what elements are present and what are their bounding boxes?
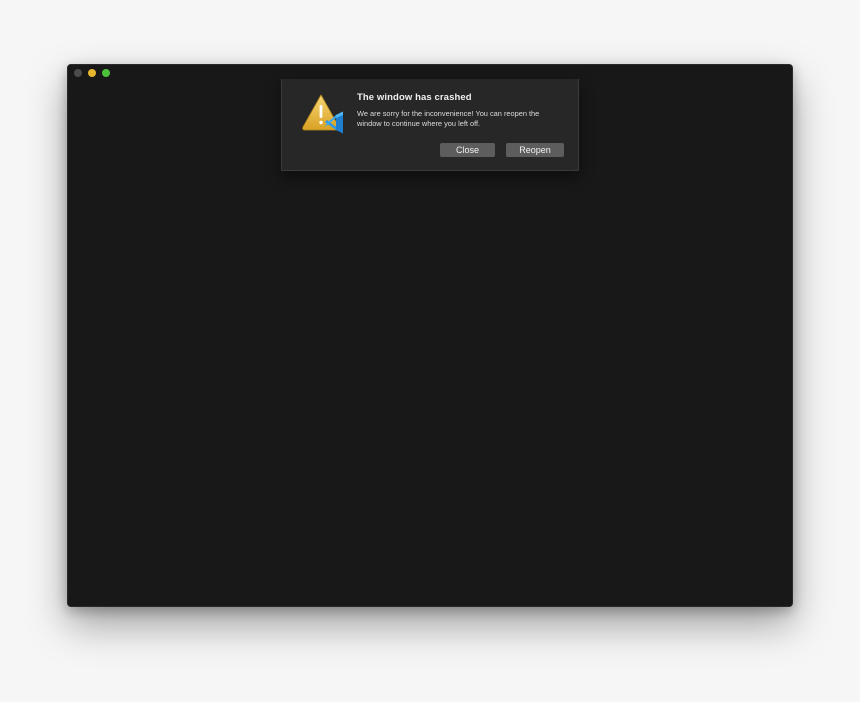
reopen-button[interactable]: Reopen: [506, 143, 564, 157]
dialog-title: The window has crashed: [357, 92, 472, 103]
warning-icon: [300, 93, 346, 137]
dialog-message: We are sorry for the inconvenience! You …: [357, 109, 540, 128]
window-zoom-button[interactable]: [102, 69, 110, 77]
crash-dialog: The window has crashed We are sorry for …: [281, 79, 579, 171]
window-minimize-button[interactable]: [88, 69, 96, 77]
close-button[interactable]: Close: [440, 143, 495, 157]
window-close-button[interactable]: [74, 69, 82, 77]
app-window: The window has crashed We are sorry for …: [67, 64, 793, 607]
traffic-lights: [74, 69, 110, 77]
